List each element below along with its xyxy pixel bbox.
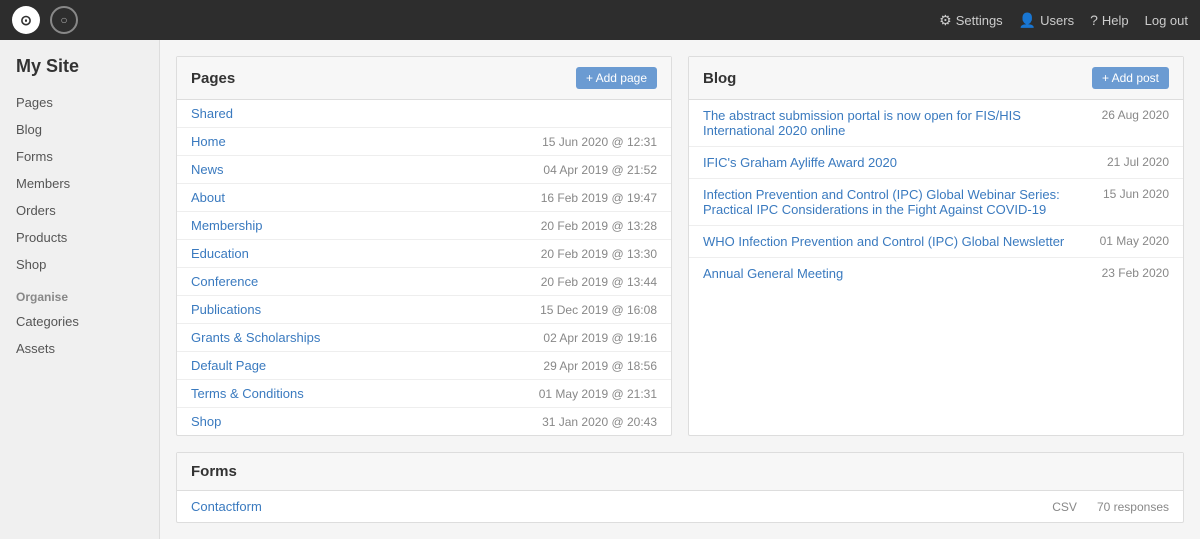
table-row: Grants & Scholarships 02 Apr 2019 @ 19:1… [177,324,671,352]
table-row: Membership 20 Feb 2019 @ 13:28 [177,212,671,240]
page-date: 16 Feb 2019 @ 19:47 [541,191,657,205]
blog-post-date: 23 Feb 2020 [1102,266,1169,280]
users-icon: 👤 [1019,12,1036,29]
blog-panel: Blog + Add post The abstract submission … [688,56,1184,436]
sidebar-item-assets[interactable]: Assets [0,335,159,362]
forms-title: Forms [191,463,237,480]
page-date: 29 Apr 2019 @ 18:56 [543,359,657,373]
page-link[interactable]: Membership [191,218,263,233]
page-link[interactable]: News [191,162,224,177]
sidebar-item-products[interactable]: Products [0,224,159,251]
page-link[interactable]: Default Page [191,358,266,373]
forms-row: Contactform CSV 70 responses [177,491,1183,522]
page-link[interactable]: Shop [191,414,221,429]
page-link[interactable]: Education [191,246,249,261]
table-row: Education 20 Feb 2019 @ 13:30 [177,240,671,268]
pages-list: Shared Home 15 Jun 2020 @ 12:31 News 04 … [177,100,671,435]
nav-links: ⚙ Settings 👤 Users ? Help Log out [939,12,1188,29]
blog-post-link[interactable]: Annual General Meeting [703,266,1102,281]
page-date: 15 Jun 2020 @ 12:31 [542,135,657,149]
blog-post-date: 21 Jul 2020 [1107,155,1169,169]
users-link[interactable]: 👤 Users [1019,12,1074,29]
table-row: News 04 Apr 2019 @ 21:52 [177,156,671,184]
help-link[interactable]: ? Help [1090,12,1129,28]
page-date: 04 Apr 2019 @ 21:52 [543,163,657,177]
pages-panel-header: Pages + Add page [177,57,671,100]
table-row: About 16 Feb 2019 @ 19:47 [177,184,671,212]
table-row: Publications 15 Dec 2019 @ 16:08 [177,296,671,324]
blog-row: Annual General Meeting 23 Feb 2020 [689,258,1183,289]
page-date: 02 Apr 2019 @ 19:16 [543,331,657,345]
forms-panel: Forms Contactform CSV 70 responses [176,452,1184,523]
forms-list: Contactform CSV 70 responses [177,491,1183,522]
sidebar-item-orders[interactable]: Orders [0,197,159,224]
form-responses: 70 responses [1097,500,1169,514]
main-layout: My Site Pages Blog Forms Members Orders … [0,40,1200,539]
pages-panel: Pages + Add page Shared Home 15 Jun 2020… [176,56,672,436]
page-link[interactable]: Home [191,134,226,149]
blog-panel-header: Blog + Add post [689,57,1183,100]
sidebar-item-members[interactable]: Members [0,170,159,197]
blog-post-date: 15 Jun 2020 [1103,187,1169,201]
blog-row: Infection Prevention and Control (IPC) G… [689,179,1183,226]
blog-row: WHO Infection Prevention and Control (IP… [689,226,1183,258]
table-row: Shop 31 Jan 2020 @ 20:43 [177,408,671,435]
sidebar-item-pages[interactable]: Pages [0,89,159,116]
site-logo-2[interactable]: ○ [50,6,78,34]
help-icon: ? [1090,12,1098,28]
sidebar-item-categories[interactable]: Categories [0,308,159,335]
form-link[interactable]: Contactform [191,499,262,514]
table-row: Default Page 29 Apr 2019 @ 18:56 [177,352,671,380]
form-csv: CSV [1052,500,1077,514]
sidebar-item-shop[interactable]: Shop [0,251,159,278]
main-content: Pages + Add page Shared Home 15 Jun 2020… [160,40,1200,539]
page-link[interactable]: About [191,190,225,205]
blog-post-date: 01 May 2020 [1100,234,1169,248]
sidebar: My Site Pages Blog Forms Members Orders … [0,40,160,539]
forms-panel-header: Forms [177,453,1183,491]
top-navigation: ⊙ ○ ⚙ Settings 👤 Users ? Help Log out [0,0,1200,40]
page-date: 20 Feb 2019 @ 13:28 [541,219,657,233]
blog-post-date: 26 Aug 2020 [1102,108,1169,122]
blog-post-link[interactable]: WHO Infection Prevention and Control (IP… [703,234,1100,249]
page-link[interactable]: Terms & Conditions [191,386,304,401]
blog-list: The abstract submission portal is now op… [689,100,1183,289]
table-row: Home 15 Jun 2020 @ 12:31 [177,128,671,156]
sidebar-item-forms[interactable]: Forms [0,143,159,170]
page-link[interactable]: Conference [191,274,258,289]
logout-link[interactable]: Log out [1145,13,1188,28]
settings-icon: ⚙ [939,12,952,29]
site-title: My Site [0,56,159,89]
page-link[interactable]: Publications [191,302,261,317]
blog-post-link[interactable]: The abstract submission portal is now op… [703,108,1102,138]
table-row: Conference 20 Feb 2019 @ 13:44 [177,268,671,296]
page-date: 20 Feb 2019 @ 13:44 [541,275,657,289]
blog-title: Blog [703,70,736,87]
blog-row: The abstract submission portal is now op… [689,100,1183,147]
organise-label: Organise [0,278,159,308]
page-date: 31 Jan 2020 @ 20:43 [542,415,657,429]
blog-post-link[interactable]: Infection Prevention and Control (IPC) G… [703,187,1103,217]
table-row: Terms & Conditions 01 May 2019 @ 21:31 [177,380,671,408]
add-page-button[interactable]: + Add page [576,67,657,89]
page-date: 20 Feb 2019 @ 13:30 [541,247,657,261]
site-logo-1[interactable]: ⊙ [12,6,40,34]
pages-title: Pages [191,70,235,87]
top-row: Pages + Add page Shared Home 15 Jun 2020… [176,56,1184,436]
table-row: Shared [177,100,671,128]
add-post-button[interactable]: + Add post [1092,67,1169,89]
sidebar-item-blog[interactable]: Blog [0,116,159,143]
nav-logos: ⊙ ○ [12,6,78,34]
blog-row: IFIC's Graham Ayliffe Award 2020 21 Jul … [689,147,1183,179]
page-date: 01 May 2019 @ 21:31 [539,387,657,401]
page-link[interactable]: Grants & Scholarships [191,330,320,345]
forms-meta: CSV 70 responses [1052,500,1169,514]
blog-post-link[interactable]: IFIC's Graham Ayliffe Award 2020 [703,155,1107,170]
settings-link[interactable]: ⚙ Settings [939,12,1003,29]
page-date: 15 Dec 2019 @ 16:08 [540,303,657,317]
page-link[interactable]: Shared [191,106,233,121]
